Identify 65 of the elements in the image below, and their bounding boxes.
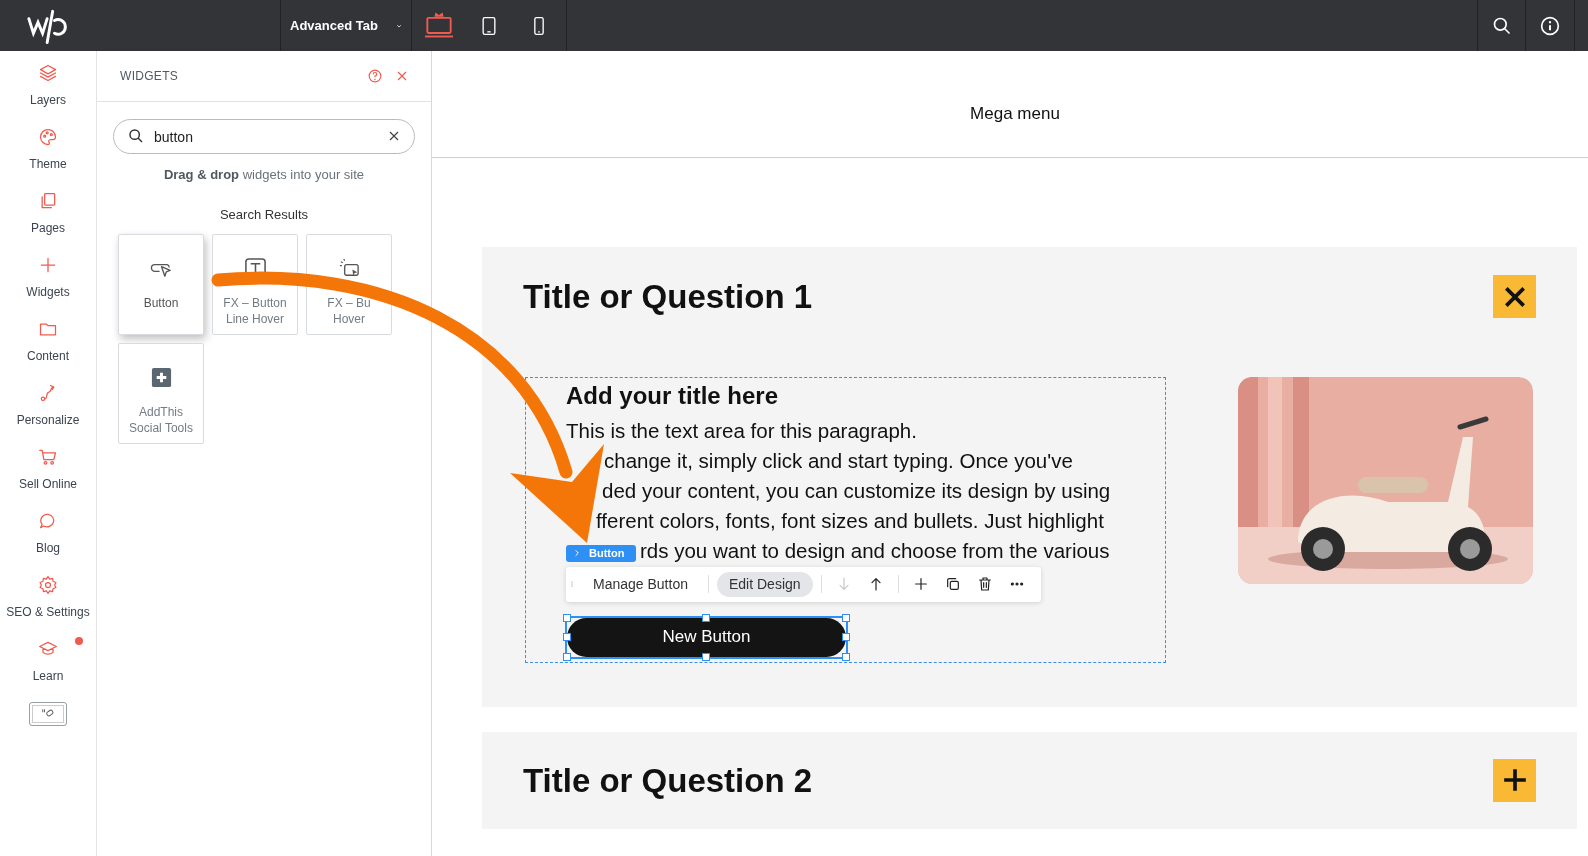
plus-icon: [912, 576, 929, 592]
search-icon: [128, 128, 144, 144]
sidebar-item[interactable]: Theme: [0, 125, 97, 189]
resize-handle[interactable]: [563, 652, 571, 661]
expand-button[interactable]: [1493, 758, 1536, 802]
paragraph-line: change it, simply click and start typing. Once you've: [604, 447, 1073, 474]
sidebar-item[interactable]: Content: [0, 317, 97, 381]
paragraph-line: rds you want to design and choose from the various: [640, 537, 1110, 564]
sidebar-item[interactable]: Pages: [0, 189, 97, 253]
sidebar-item[interactable]: Learn: [0, 637, 97, 701]
trash-icon: [976, 576, 993, 592]
resize-handle[interactable]: [563, 613, 571, 622]
help-button[interactable]: [368, 69, 382, 83]
close-icon: [388, 130, 400, 142]
cart-icon: [38, 447, 58, 467]
question-title: Title or Question 1: [523, 277, 813, 317]
resize-handle[interactable]: [702, 613, 710, 622]
widget-label: FX – Button Line Hover: [223, 295, 287, 327]
edit-design-button[interactable]: Edit Design: [716, 571, 813, 597]
question-title: Title or Question 2: [523, 760, 813, 801]
sidebar-item[interactable]: Sell Online: [0, 445, 97, 509]
clear-button[interactable]: [388, 130, 400, 142]
search-field[interactable]: button: [113, 119, 415, 154]
copy-icon: [944, 576, 961, 592]
plus-icon: [38, 255, 58, 275]
menu-title: Mega menu: [970, 102, 1060, 125]
page-selector-label: Advanced Tab: [290, 16, 378, 35]
results-heading: Search Results: [218, 205, 310, 224]
info-icon: [1540, 15, 1560, 36]
widget-label: Button: [143, 295, 179, 311]
sidebar-item[interactable]: SEO & Settings: [0, 573, 97, 637]
search-icon: [1491, 15, 1512, 36]
collapse-button[interactable]: [1493, 275, 1536, 319]
content-heading: Add your title here: [566, 380, 780, 411]
paragraph-line: This is the text area for this paragraph.: [566, 417, 917, 444]
chevron-right-icon: [573, 549, 581, 557]
widget-card[interactable]: AddThis Social Tools: [118, 343, 204, 444]
sidebar-item[interactable]: Personalize: [0, 381, 97, 445]
addthis-icon: [149, 366, 173, 389]
close-button[interactable]: [396, 70, 408, 82]
help-icon: [368, 69, 382, 83]
tool-button[interactable]: [29, 702, 67, 726]
resize-handle[interactable]: [842, 632, 850, 641]
resize-handle[interactable]: [842, 613, 850, 622]
panel-title: WIDGETS: [120, 68, 179, 85]
panel-hint: Drag & drop widgets into your site: [162, 166, 366, 184]
widget-label: FX – Bu Hover: [327, 295, 371, 327]
settings-icon: [38, 575, 58, 595]
close-icon: [396, 70, 408, 82]
plus-icon: [1501, 767, 1528, 794]
widget-card[interactable]: Button: [118, 234, 204, 335]
sidebar-item[interactable]: Layers: [0, 61, 97, 125]
resize-handle[interactable]: [702, 652, 710, 661]
widget-label: AddThis Social Tools: [129, 404, 193, 436]
manage-button[interactable]: Manage Button: [593, 573, 688, 595]
sidebar-item[interactable]: Widgets: [0, 253, 97, 317]
layers-icon: [38, 63, 58, 83]
sidebar-item[interactable]: Blog: [0, 509, 97, 573]
new-button[interactable]: New Button: [567, 617, 846, 657]
resize-handle[interactable]: [563, 632, 571, 641]
paragraph-line: fferent colors, fonts, font sizes and bullets. Just highlight: [596, 507, 1104, 534]
resize-handle[interactable]: [842, 652, 850, 661]
desktop-icon: [425, 11, 453, 40]
paragraph-line: ded your content, you can customize its design by using: [602, 477, 1111, 504]
palette-icon: [38, 127, 58, 147]
